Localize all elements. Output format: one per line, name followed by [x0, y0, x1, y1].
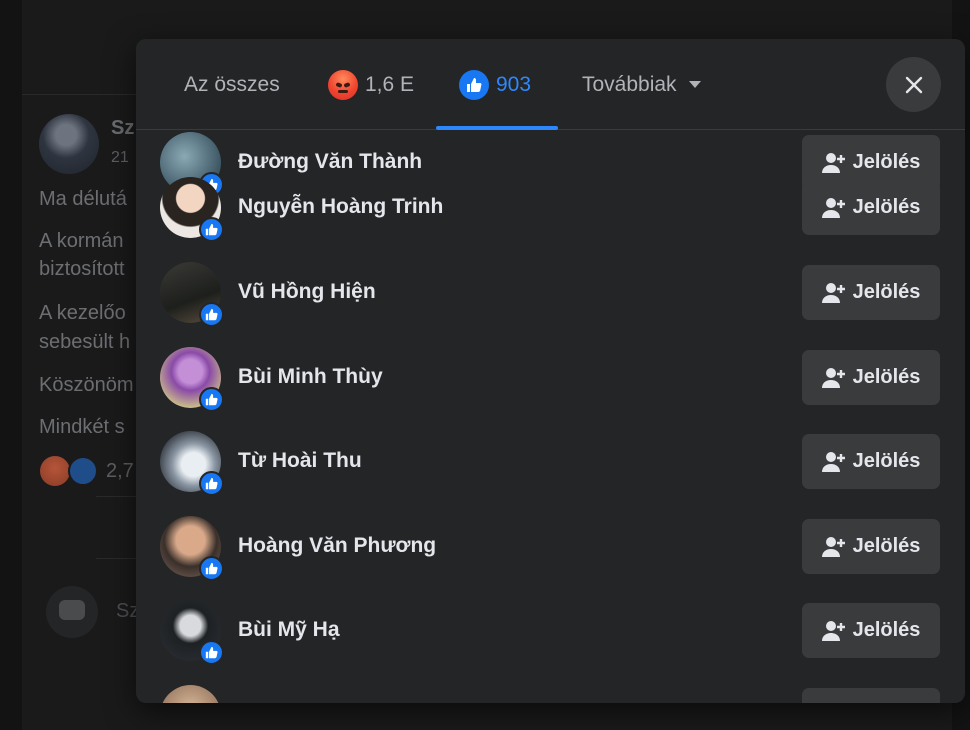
list-item: Vũ Hồng Hiện Jelölés	[136, 254, 965, 339]
add-friend-button[interactable]: Jelölés	[802, 265, 940, 320]
user-name[interactable]: Nguyễn Hoàng Trinh	[238, 195, 443, 219]
post-reactions	[40, 456, 100, 486]
like-badge-icon	[199, 471, 224, 496]
post-text-line: A kormán	[39, 230, 124, 252]
tab-all-label: Az összes	[184, 72, 280, 96]
active-tab-indicator	[436, 126, 558, 130]
angry-emoji-icon	[328, 69, 358, 100]
list-item: Bùi Minh Thùy Jelölés	[136, 339, 965, 424]
list-item	[136, 677, 965, 703]
add-friend-label: Jelölés	[852, 281, 921, 303]
close-button[interactable]	[886, 57, 941, 112]
divider	[96, 496, 136, 497]
add-friend-label: Jelölés	[852, 196, 921, 218]
post-text-line: Köszönöm	[39, 374, 134, 396]
add-friend-button[interactable]: Jelölés	[802, 180, 940, 235]
add-friend-icon	[821, 451, 845, 472]
add-friend-label: Jelölés	[852, 619, 921, 641]
post-text-line: biztosított	[39, 258, 125, 280]
add-friend-label: Jelölés	[852, 535, 921, 557]
add-friend-button[interactable]: Jelölés	[802, 434, 940, 489]
tab-angry-count: 1,6 E	[365, 72, 415, 96]
like-reaction-icon	[68, 456, 98, 486]
add-friend-icon	[821, 367, 845, 388]
comment-icon	[46, 586, 98, 638]
list-item: Hoàng Văn Phương Jelölés	[136, 508, 965, 593]
post-text-line: A kezelőo	[39, 302, 126, 324]
like-emoji-icon	[459, 69, 489, 100]
post-date: 21	[111, 149, 129, 166]
like-badge-icon	[199, 556, 224, 581]
caret-down-icon	[688, 81, 701, 88]
add-friend-button[interactable]: Jelölés	[802, 519, 940, 574]
close-icon	[905, 76, 922, 93]
user-name[interactable]: Bùi Minh Thùy	[238, 365, 383, 389]
angry-reaction-icon	[40, 456, 70, 486]
add-friend-icon	[821, 197, 845, 218]
list-item: Từ Hoài Thu Jelölés	[136, 423, 965, 508]
post-author-avatar	[39, 114, 99, 174]
user-name[interactable]: Vũ Hồng Hiện	[238, 280, 376, 304]
post-text-line: Ma délutá	[39, 188, 127, 210]
add-friend-button[interactable]: Jelölés	[802, 603, 940, 658]
like-badge-icon	[199, 217, 224, 242]
post-author-name: Sz	[111, 117, 135, 139]
tab-all[interactable]: Az összes	[184, 39, 280, 130]
user-name[interactable]: Bùi Mỹ Hạ	[238, 618, 340, 642]
post-text-line: sebesült h	[39, 331, 131, 353]
avatar[interactable]	[160, 685, 221, 703]
post-text-line: Mindkét s	[39, 416, 125, 438]
tab-like-count: 903	[496, 72, 532, 96]
tab-angry[interactable]: 1,6 E	[328, 39, 414, 130]
divider	[96, 558, 136, 559]
add-friend-button[interactable]	[802, 688, 940, 703]
list-item: Nguyễn Hoàng Trinh Jelölés	[136, 169, 965, 254]
reactions-dialog: Đường Văn Thành Jelölés Nguyễn Hoàng Tri…	[136, 39, 965, 703]
add-friend-icon	[821, 282, 845, 303]
post-reaction-count: 2,7	[106, 460, 134, 482]
like-badge-icon	[199, 640, 224, 665]
add-friend-label: Jelölés	[852, 366, 921, 388]
like-badge-icon	[199, 387, 224, 412]
add-friend-button[interactable]: Jelölés	[802, 350, 940, 405]
list-item: Bùi Mỹ Hạ Jelölés	[136, 592, 965, 677]
user-name[interactable]: Từ Hoài Thu	[238, 449, 362, 473]
reaction-user-list[interactable]: Đường Văn Thành Jelölés Nguyễn Hoàng Tri…	[136, 39, 965, 703]
tab-like[interactable]: 903	[459, 39, 531, 130]
add-friend-icon	[821, 536, 845, 557]
add-friend-label: Jelölés	[852, 450, 921, 472]
user-name[interactable]: Hoàng Văn Phương	[238, 534, 436, 558]
tab-more-label: Továbbiak	[582, 72, 677, 96]
like-badge-icon	[199, 302, 224, 327]
reaction-tabs: Az összes 1,6 E 903 Továbbiak	[136, 39, 965, 130]
add-friend-icon	[821, 620, 845, 641]
tab-more[interactable]: Továbbiak	[582, 39, 701, 130]
